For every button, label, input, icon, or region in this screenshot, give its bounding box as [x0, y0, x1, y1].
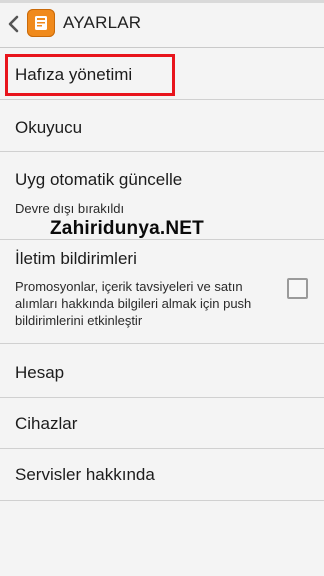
settings-item-reader[interactable]: Okuyucu — [0, 100, 324, 152]
action-bar: AYARLAR — [0, 0, 324, 48]
settings-item-label: Cihazlar — [15, 414, 78, 433]
notifications-checkbox[interactable] — [287, 278, 308, 299]
status-strip — [0, 0, 324, 3]
highlight-box — [5, 54, 175, 96]
settings-item-notifications[interactable]: İletim bildirimleri Promosyonlar, içerik… — [0, 240, 324, 344]
settings-item-label: Hesap — [15, 363, 65, 382]
chevron-left-icon[interactable] — [4, 12, 22, 36]
settings-item-label: Okuyucu — [15, 118, 83, 137]
page-title: AYARLAR — [63, 13, 142, 32]
settings-item-label: Servisler hakkında — [15, 465, 155, 484]
settings-item-devices[interactable]: Cihazlar — [0, 398, 324, 449]
app-logo-icon[interactable] — [27, 9, 55, 37]
settings-item-account[interactable]: Hesap — [0, 344, 324, 398]
settings-item-label: Uyg otomatik güncelle — [15, 170, 183, 189]
settings-item-description: Promosyonlar, içerik tavsiyeleri ve satı… — [15, 279, 252, 328]
settings-item-value: Devre dışı bırakıldı — [15, 201, 125, 216]
watermark-text: Zahiridunya.NET — [50, 218, 204, 239]
settings-item-about[interactable]: Servisler hakkında — [0, 449, 324, 501]
settings-item-label: İletim bildirimleri — [15, 249, 137, 268]
